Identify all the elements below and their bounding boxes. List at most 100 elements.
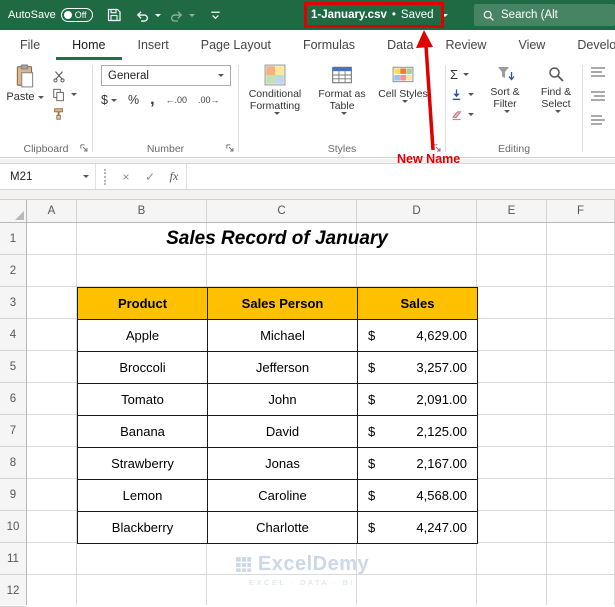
row-header-12[interactable]: 12 xyxy=(0,575,26,607)
number-format-dropdown[interactable]: General xyxy=(101,65,231,86)
product-cell[interactable]: Broccoli xyxy=(78,352,208,384)
percent-style-button[interactable]: % xyxy=(128,93,139,107)
number-group-label: Number xyxy=(93,143,238,155)
sales-cell[interactable]: $4,247.00 xyxy=(358,512,478,544)
sales-person-cell[interactable]: Caroline xyxy=(208,480,358,512)
autosave-toggle[interactable]: AutoSave Off xyxy=(8,8,93,22)
column-header-D[interactable]: D xyxy=(357,200,477,222)
comma-style-button[interactable]: , xyxy=(150,95,154,105)
name-box[interactable]: M21 xyxy=(0,164,96,189)
row-header-9[interactable]: 9 xyxy=(0,479,26,511)
grid-area[interactable]: Sales Record of January ExcelDemy EXCEL … xyxy=(27,223,615,605)
tab-developer[interactable]: Developer xyxy=(561,30,615,60)
autosave-label: AutoSave xyxy=(8,9,56,21)
search-input[interactable]: Search (Alt xyxy=(474,4,615,26)
clipboard-dialog-launcher[interactable] xyxy=(79,143,89,153)
cancel-button[interactable]: × xyxy=(114,164,138,189)
tab-page-layout[interactable]: Page Layout xyxy=(185,30,287,60)
column-header-E[interactable]: E xyxy=(477,200,547,222)
select-all-corner[interactable] xyxy=(0,200,27,222)
sales-cell[interactable]: $2,091.00 xyxy=(358,384,478,416)
align-lines-icon[interactable] xyxy=(590,114,606,126)
tab-home[interactable]: Home xyxy=(56,30,121,60)
row-header-11[interactable]: 11 xyxy=(0,543,26,575)
row-header-8[interactable]: 8 xyxy=(0,447,26,479)
enter-button[interactable]: ✓ xyxy=(138,164,162,189)
styles-group: Conditional Formatting Format as Table C… xyxy=(239,60,445,157)
column-header-C[interactable]: C xyxy=(207,200,357,222)
product-cell[interactable]: Lemon xyxy=(78,480,208,512)
row-header-1[interactable]: 1 xyxy=(0,223,26,255)
row-header-10[interactable]: 10 xyxy=(0,511,26,543)
column-header-F[interactable]: F xyxy=(547,200,615,222)
row-header-6[interactable]: 6 xyxy=(0,383,26,415)
fill-icon xyxy=(450,88,463,101)
chevron-down-icon xyxy=(468,93,474,96)
row-header-4[interactable]: 4 xyxy=(0,319,26,351)
sales-cell[interactable]: $2,125.00 xyxy=(358,416,478,448)
sales-person-cell[interactable]: Jefferson xyxy=(208,352,358,384)
decrease-decimal-button[interactable]: .00→ xyxy=(198,95,220,105)
column-header-A[interactable]: A xyxy=(27,200,77,222)
tab-insert[interactable]: Insert xyxy=(122,30,185,60)
tab-file[interactable]: File xyxy=(4,30,56,60)
tab-data[interactable]: Data xyxy=(371,30,429,60)
redo-button[interactable] xyxy=(169,2,195,28)
tab-formulas[interactable]: Formulas xyxy=(287,30,371,60)
sales-cell[interactable]: $3,257.00 xyxy=(358,352,478,384)
clear-button[interactable] xyxy=(450,104,474,124)
table-header-cell[interactable]: Sales xyxy=(358,288,478,320)
row-header-3[interactable]: 3 xyxy=(0,287,26,319)
column-header-B[interactable]: B xyxy=(77,200,207,222)
currency-symbol: $ xyxy=(368,488,375,503)
chevron-down-icon xyxy=(341,112,347,115)
accounting-format-button[interactable]: $ xyxy=(101,93,117,107)
sales-cell[interactable]: $2,167.00 xyxy=(358,448,478,480)
ribbon-tab-bar: File Home Insert Page Layout Formulas Da… xyxy=(0,30,615,60)
product-cell[interactable]: Apple xyxy=(78,320,208,352)
customize-quick-access-button[interactable] xyxy=(203,2,229,28)
conditional-formatting-button[interactable]: Conditional Formatting xyxy=(241,64,309,115)
number-dialog-launcher[interactable] xyxy=(225,143,235,153)
increase-decimal-button[interactable]: ←.00 xyxy=(166,95,188,105)
sales-person-cell[interactable]: Michael xyxy=(208,320,358,352)
format-as-table-button[interactable]: Format as Table xyxy=(309,64,375,115)
sort-filter-button[interactable]: Sort & Filter xyxy=(480,64,530,113)
sales-cell[interactable]: $4,568.00 xyxy=(358,480,478,512)
sales-person-cell[interactable]: John xyxy=(208,384,358,416)
chevron-down-icon xyxy=(218,74,224,77)
fill-button[interactable] xyxy=(450,84,474,104)
sales-person-cell[interactable]: Jonas xyxy=(208,448,358,480)
product-cell[interactable]: Strawberry xyxy=(78,448,208,480)
autosave-switch[interactable]: Off xyxy=(61,8,93,22)
find-select-button[interactable]: Find & Select xyxy=(531,64,581,113)
product-cell[interactable]: Blackberry xyxy=(78,512,208,544)
align-lines-icon[interactable] xyxy=(590,90,606,102)
cut-button[interactable] xyxy=(52,66,77,85)
sheet-title-cell[interactable]: Sales Record of January xyxy=(77,223,477,255)
row-header-7[interactable]: 7 xyxy=(0,415,26,447)
format-painter-button[interactable] xyxy=(52,104,77,123)
autosum-button[interactable]: Σ xyxy=(450,64,474,84)
formula-input[interactable] xyxy=(186,164,615,189)
product-cell[interactable]: Banana xyxy=(78,416,208,448)
table-header-cell[interactable]: Product xyxy=(78,288,208,320)
insert-function-button[interactable]: fx xyxy=(162,164,186,189)
undo-button[interactable] xyxy=(135,2,161,28)
paste-button[interactable]: Paste xyxy=(5,64,45,103)
tab-review[interactable]: Review xyxy=(429,30,502,60)
row-header-5[interactable]: 5 xyxy=(0,351,26,383)
row-header-2[interactable]: 2 xyxy=(0,255,26,287)
sales-person-cell[interactable]: Charlotte xyxy=(208,512,358,544)
table-header-cell[interactable]: Sales Person xyxy=(208,288,358,320)
spreadsheet: ABCDEF 123456789101112 Sales Record of J… xyxy=(0,199,615,605)
sales-person-cell[interactable]: David xyxy=(208,416,358,448)
sales-cell[interactable]: $4,629.00 xyxy=(358,320,478,352)
copy-button[interactable] xyxy=(52,85,77,104)
save-button[interactable] xyxy=(101,2,127,28)
product-cell[interactable]: Tomato xyxy=(78,384,208,416)
cell-styles-button[interactable]: Cell Styles xyxy=(375,64,431,115)
toggle-knob-icon xyxy=(64,11,72,19)
tab-view[interactable]: View xyxy=(502,30,561,60)
align-lines-icon[interactable] xyxy=(590,66,606,78)
